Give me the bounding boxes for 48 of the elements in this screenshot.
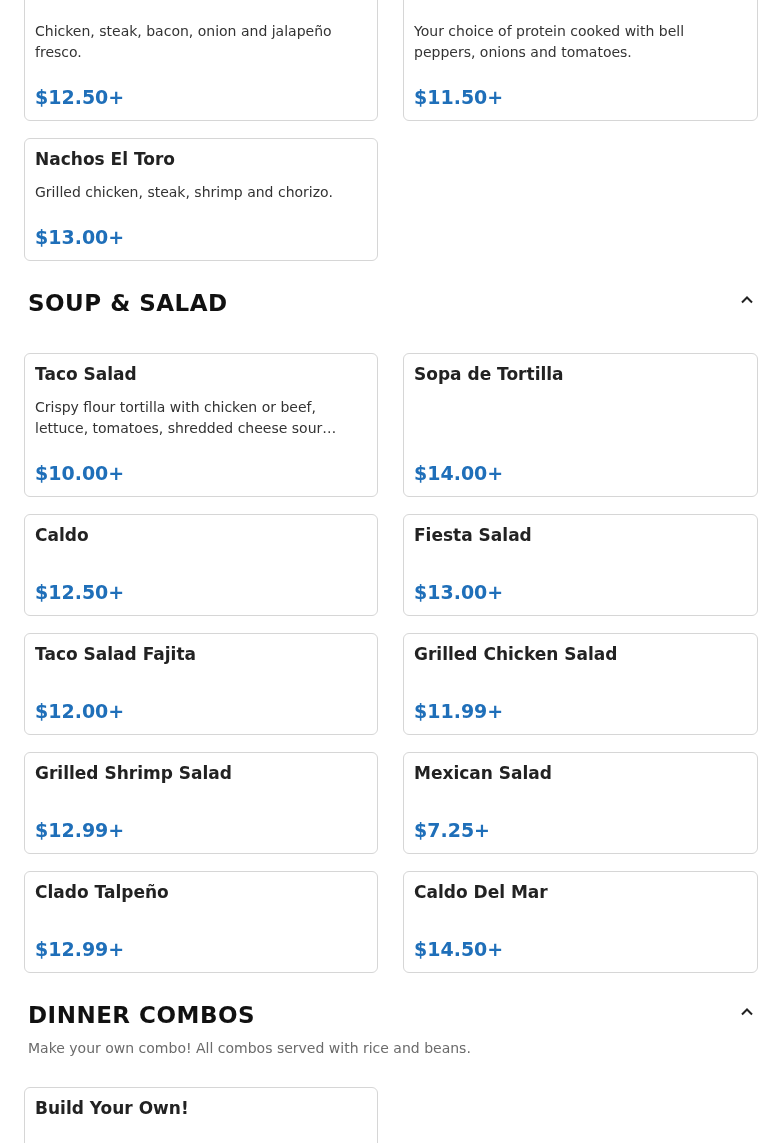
item-price: $13.00+: [35, 225, 126, 250]
item-name: Caldo Del Mar: [414, 881, 549, 903]
item-price: $13.00+: [414, 580, 505, 605]
menu-item-card[interactable]: Mexican Salad $7.25+: [403, 752, 758, 854]
item-name: Nachos El Toro: [35, 148, 177, 170]
menu-item-card[interactable]: Fiesta Salad $13.00+: [403, 514, 758, 616]
menu-item-card[interactable]: Nachos El Toro Grilled chicken, steak, shrimp and chorizo. $13.00+: [24, 138, 378, 261]
section-title: SOUP & SALAD: [28, 289, 228, 318]
item-price: $12.50+: [35, 85, 126, 110]
chevron-icon: [740, 1006, 754, 1016]
item-price: $12.99+: [35, 937, 126, 962]
item-name: Build Your Own!: [35, 1097, 190, 1119]
item-name: Sopa de Tortilla: [414, 363, 565, 385]
menu-item-card[interactable]: Taco Salad Fajita $12.00+: [24, 633, 378, 735]
menu-item-card[interactable]: Grilled Shrimp Salad $12.99+: [24, 752, 378, 854]
menu-item-card[interactable]: Caldo Del Mar $14.50+: [403, 871, 758, 973]
item-description: Chicken, steak, bacon, onion and jalapeño fresco.: [35, 22, 333, 62]
menu-item-card[interactable]: Sopa de Tortilla $14.00+: [403, 353, 758, 497]
menu-item-card[interactable]: Caldo $12.50+: [24, 514, 378, 616]
item-name: Taco Salad: [35, 363, 138, 385]
item-price: $7.25+: [414, 818, 492, 843]
item-name: Clado Talpeño: [35, 881, 170, 903]
menu-item-card[interactable]: Your choice of protein cooked with bell peppers, onions and tomatoes. $11.50+: [403, 0, 758, 121]
item-name: Taco Salad Fajita: [35, 643, 197, 665]
item-price: $12.50+: [35, 580, 126, 605]
item-price: $12.00+: [35, 699, 126, 724]
section-title: DINNER COMBOS: [28, 1001, 256, 1030]
menu-item-card[interactable]: Taco Salad Crispy flour tortilla with chicken or beef, lettuce, tomatoes, shredded cheese sour… $10.00+: [24, 353, 378, 497]
item-name: Mexican Salad: [414, 762, 553, 784]
item-price: $11.99+: [414, 699, 505, 724]
chevron-icon: [740, 294, 754, 304]
item-price: $10.00+: [35, 461, 126, 486]
menu-item-card[interactable]: Clado Talpeño $12.99+: [24, 871, 378, 973]
section-subtitle: Make your own combo! All combos served with rice and beans.: [28, 1039, 472, 1058]
item-description: Crispy flour tortilla with chicken or beef, lettuce, tomatoes, shredded cheese sour…: [35, 398, 338, 438]
item-name: Grilled Chicken Salad: [414, 643, 619, 665]
item-description: Your choice of protein cooked with bell peppers, onions and tomatoes.: [414, 22, 686, 62]
item-name: Grilled Shrimp Salad: [35, 762, 233, 784]
menu-item-card[interactable]: Build Your Own!: [24, 1087, 378, 1143]
item-price: $14.00+: [414, 461, 505, 486]
menu-item-card[interactable]: Grilled Chicken Salad $11.99+: [403, 633, 758, 735]
item-price: $14.50+: [414, 937, 505, 962]
item-name: Caldo: [35, 524, 90, 546]
item-name: Fiesta Salad: [414, 524, 533, 546]
item-price: $12.99+: [35, 818, 126, 843]
item-description: Grilled chicken, steak, shrimp and chorizo.: [35, 183, 334, 202]
menu-item-card[interactable]: Chicken, steak, bacon, onion and jalapeño fresco. $12.50+: [24, 0, 378, 121]
item-price: $11.50+: [414, 85, 505, 110]
